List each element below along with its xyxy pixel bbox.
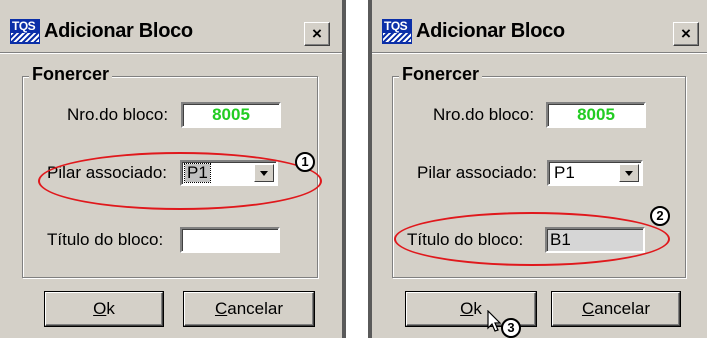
title-separator	[0, 52, 342, 54]
titulo-do-bloco-label: Título do bloco:	[407, 230, 524, 249]
divider	[342, 0, 346, 338]
group-title: Fonercer	[29, 64, 113, 85]
step-marker-1: 1	[295, 152, 315, 172]
fonercer-group: Fonercer Nro.do bloco: 8005 Pilar associ…	[22, 64, 318, 278]
pilar-associado-select[interactable]: P1	[180, 160, 278, 186]
ok-button[interactable]: Ok	[45, 292, 163, 326]
titulo-do-bloco-label: Título do bloco:	[47, 230, 164, 249]
title-bar: TQS Adicionar Bloco ×	[378, 12, 701, 50]
cancel-button[interactable]: Cancelar	[184, 292, 314, 326]
title-bar: TQS Adicionar Bloco ×	[6, 12, 336, 50]
tqs-logo-icon: TQS	[10, 19, 40, 44]
cancel-button[interactable]: Cancelar	[552, 292, 680, 326]
pilar-associado-select[interactable]: P1	[547, 160, 643, 186]
dialog-adicionar-bloco-step1: TQS Adicionar Bloco × Fonercer Nro.do bl…	[0, 0, 342, 338]
pilar-associado-label: Pilar associado:	[417, 163, 538, 182]
titulo-do-bloco-input[interactable]	[180, 227, 280, 253]
dialog-title: Adicionar Bloco	[416, 20, 565, 42]
step-marker-2: 2	[650, 206, 670, 226]
pilar-selected-value: P1	[554, 163, 575, 182]
dropdown-arrow-icon[interactable]	[619, 164, 639, 182]
close-icon[interactable]: ×	[304, 22, 330, 46]
dialog-title: Adicionar Bloco	[44, 20, 193, 42]
dialog-adicionar-bloco-step2: TQS Adicionar Bloco × Fonercer Nro.do bl…	[372, 0, 707, 338]
pilar-associado-label: Pilar associado:	[47, 163, 168, 182]
close-icon[interactable]: ×	[673, 22, 699, 46]
nro-do-bloco-field[interactable]: 8005	[181, 102, 281, 128]
pilar-selected-value: P1	[184, 163, 211, 183]
nro-do-bloco-label: Nro.do bloco:	[67, 105, 169, 124]
fonercer-group: Fonercer Nro.do bloco: 8005 Pilar associ…	[392, 64, 686, 278]
step-marker-3: 3	[501, 318, 521, 338]
nro-do-bloco-label: Nro.do bloco:	[433, 105, 535, 124]
titulo-do-bloco-input[interactable]: B1	[545, 227, 645, 253]
nro-do-bloco-field[interactable]: 8005	[546, 102, 646, 128]
title-separator	[372, 52, 707, 54]
tqs-logo-icon: TQS	[382, 19, 412, 44]
dropdown-arrow-icon[interactable]	[254, 164, 274, 182]
group-title: Fonercer	[399, 64, 483, 85]
